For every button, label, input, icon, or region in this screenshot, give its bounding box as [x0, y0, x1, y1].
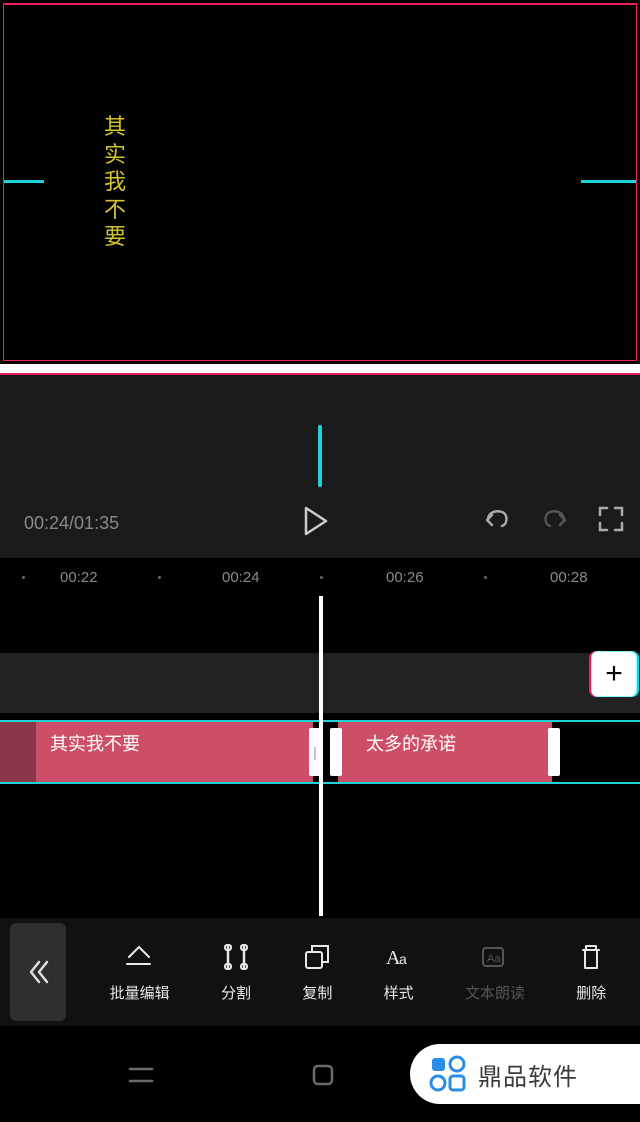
divider [0, 364, 640, 375]
add-clip-button[interactable]: + [591, 651, 637, 697]
style-icon: Aa [384, 942, 414, 972]
marker-left [4, 180, 44, 183]
ruler-tick: 00:28 [550, 569, 588, 586]
back-button[interactable] [10, 923, 66, 1021]
marker-right [581, 180, 636, 183]
home-button[interactable] [311, 1063, 335, 1092]
video-preview[interactable]: 其 实 我 不 要 [3, 3, 637, 361]
fullscreen-button[interactable] [598, 506, 624, 537]
redo-button[interactable] [540, 506, 570, 537]
preview-vertical-text[interactable]: 其 实 我 不 要 [104, 113, 127, 251]
timeline[interactable]: + 其实我不要 | 太多的承诺 [0, 596, 640, 916]
undo-button[interactable] [482, 506, 512, 537]
watermark-logo-icon [428, 1054, 468, 1094]
ruler-tick: 00:26 [386, 569, 424, 586]
time-display: 00:24/01:35 [24, 513, 119, 534]
segment-handle-left[interactable] [330, 728, 342, 776]
watermark: 鼎品软件 [410, 1044, 640, 1104]
tts-icon: Aa [480, 942, 510, 972]
style-button[interactable]: Aa 样式 [384, 942, 414, 1003]
text-segment-2[interactable]: 太多的承诺 [338, 722, 552, 782]
ruler-tick: 00:24 [222, 569, 260, 586]
text-segment-1[interactable]: 其实我不要 | [0, 722, 313, 782]
time-ruler[interactable]: 00:22 00:24 00:26 00:28 [0, 558, 640, 596]
controls-area: 00:24/01:35 [0, 375, 640, 558]
split-icon [222, 942, 250, 972]
batch-edit-button[interactable]: 批量编辑 [110, 942, 170, 1003]
batch-edit-icon [124, 942, 156, 972]
segment-label: 其实我不要 [50, 730, 140, 756]
edit-toolbar: 批量编辑 分割 复制 Aa 样式 Aa 文本朗读 [0, 918, 640, 1026]
ruler-tick: 00:22 [60, 569, 98, 586]
svg-text:a: a [399, 951, 407, 967]
split-button[interactable]: 分割 [221, 942, 251, 1003]
delete-button[interactable]: 删除 [576, 942, 606, 1003]
playhead[interactable] [319, 596, 323, 916]
recent-apps-button[interactable] [128, 1065, 154, 1090]
delete-icon [578, 942, 604, 972]
copy-button[interactable]: 复制 [302, 942, 332, 1003]
segment-handle-right[interactable] [548, 728, 560, 776]
play-button[interactable] [304, 506, 330, 536]
copy-icon [303, 942, 331, 972]
tts-button: Aa 文本朗读 [465, 942, 525, 1003]
watermark-text: 鼎品软件 [478, 1057, 578, 1092]
playhead-indicator [318, 425, 322, 487]
segment-label: 太多的承诺 [366, 730, 456, 756]
svg-text:Aa: Aa [487, 953, 501, 965]
